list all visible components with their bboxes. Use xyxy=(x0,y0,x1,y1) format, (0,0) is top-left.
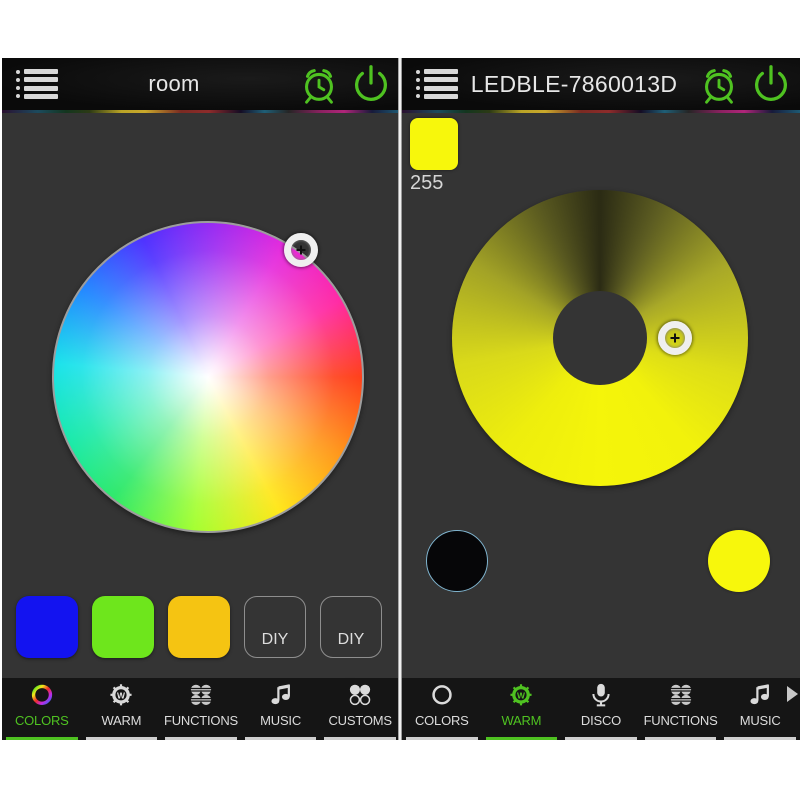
nav-item-warm[interactable]: W WARM xyxy=(482,678,562,740)
nav-item-music-label: MUSIC xyxy=(739,713,781,728)
right-header-bar: LEDBLE-7860013D xyxy=(402,58,800,110)
diy-2-label: DIY xyxy=(337,631,365,648)
left-app-screen: room DIY DIY COLORS W WARM FUNCTIONS MUS… xyxy=(2,58,400,740)
nav-indicator xyxy=(644,737,717,740)
preset-green[interactable] xyxy=(92,596,154,658)
nav-active-indicator xyxy=(485,737,558,740)
nav-item-functions[interactable]: FUNCTIONS xyxy=(641,678,721,740)
nav-item-warm-label: WARM xyxy=(501,713,542,728)
nav-item-music-label: MUSIC xyxy=(260,713,302,728)
left-bottom-nav: COLORS W WARM FUNCTIONS MUSIC CUSTOMS xyxy=(2,678,400,740)
nav-item-music[interactable]: MUSIC xyxy=(241,678,321,740)
warm-on-circle[interactable] xyxy=(708,530,770,592)
left-header-bar: room xyxy=(2,58,400,110)
chevron-right-icon[interactable] xyxy=(787,686,798,702)
power-icon[interactable] xyxy=(348,61,394,107)
four-circles-icon xyxy=(344,683,376,710)
hamburger-menu-icon[interactable] xyxy=(416,67,458,101)
warm-sun-w-icon: W xyxy=(505,683,537,710)
color-wheel-disc[interactable] xyxy=(52,221,364,533)
nav-item-functions-label: FUNCTIONS xyxy=(163,713,238,728)
nav-item-warm[interactable]: W WARM xyxy=(82,678,162,740)
nav-item-colors-label: COLORS xyxy=(14,713,69,728)
nav-item-disco[interactable]: DISCO xyxy=(561,678,641,740)
diy-2[interactable]: DIY xyxy=(320,596,382,658)
nav-item-disco-label: DISCO xyxy=(580,713,622,728)
warm-white-wheel[interactable] xyxy=(452,190,748,486)
alarm-clock-icon[interactable] xyxy=(296,61,342,107)
nav-active-indicator xyxy=(6,737,78,740)
svg-text:W: W xyxy=(517,690,525,700)
nav-indicator xyxy=(324,737,396,740)
music-note-icon xyxy=(265,683,297,710)
four-striped-circles-icon xyxy=(665,683,697,710)
alarm-clock-icon[interactable] xyxy=(696,61,742,107)
right-app-screen: LEDBLE-7860013D 255 COLORS W WARM DISCO … xyxy=(402,58,800,740)
warm-sun-w-icon: W xyxy=(105,683,137,710)
spectrum-strip xyxy=(2,110,400,113)
nav-item-warm-label: WARM xyxy=(101,713,142,728)
right-bottom-nav: COLORS W WARM DISCO FUNCTIONS MUSIC xyxy=(402,678,800,740)
screenshot-root: room DIY DIY COLORS W WARM FUNCTIONS MUS… xyxy=(0,0,800,800)
preset-yellow[interactable] xyxy=(168,596,230,658)
nav-item-customs[interactable]: CUSTOMS xyxy=(320,678,400,740)
warm-picker-handle[interactable] xyxy=(658,321,692,355)
preset-blue[interactable] xyxy=(16,596,78,658)
microphone-icon xyxy=(585,683,617,710)
nav-indicator xyxy=(244,737,317,740)
color-picker-handle[interactable] xyxy=(284,233,318,267)
color-ring-icon xyxy=(26,683,58,710)
spectrum-strip xyxy=(402,110,800,113)
music-note-icon xyxy=(744,683,776,710)
four-striped-circles-icon xyxy=(185,683,217,710)
nav-item-colors[interactable]: COLORS xyxy=(2,678,82,740)
nav-indicator xyxy=(165,737,237,740)
nav-item-colors[interactable]: COLORS xyxy=(402,678,482,740)
diy-1[interactable]: DIY xyxy=(244,596,306,658)
page-title: room xyxy=(148,71,200,96)
nav-item-customs-label: CUSTOMS xyxy=(328,713,392,728)
rgb-color-wheel[interactable] xyxy=(52,221,364,533)
warm-value-label: 255 xyxy=(410,172,444,194)
nav-indicator xyxy=(565,737,637,740)
svg-text:W: W xyxy=(117,690,125,700)
warm-wheel-center-hole xyxy=(553,291,647,385)
warm-color-swatch[interactable] xyxy=(410,118,458,170)
hamburger-menu-icon[interactable] xyxy=(16,67,58,101)
circle-outline-icon xyxy=(426,683,458,710)
preset-color-row: DIY DIY xyxy=(2,596,400,658)
device-name-title: LEDBLE-7860013D xyxy=(470,70,678,97)
nav-item-functions-label: FUNCTIONS xyxy=(643,713,718,728)
nav-item-colors-label: COLORS xyxy=(414,713,469,728)
power-icon[interactable] xyxy=(748,61,794,107)
warm-off-circle[interactable] xyxy=(426,530,488,592)
diy-1-label: DIY xyxy=(261,631,289,648)
nav-item-functions[interactable]: FUNCTIONS xyxy=(161,678,241,740)
nav-indicator xyxy=(85,737,158,740)
nav-indicator xyxy=(406,737,478,740)
nav-indicator xyxy=(724,737,796,740)
